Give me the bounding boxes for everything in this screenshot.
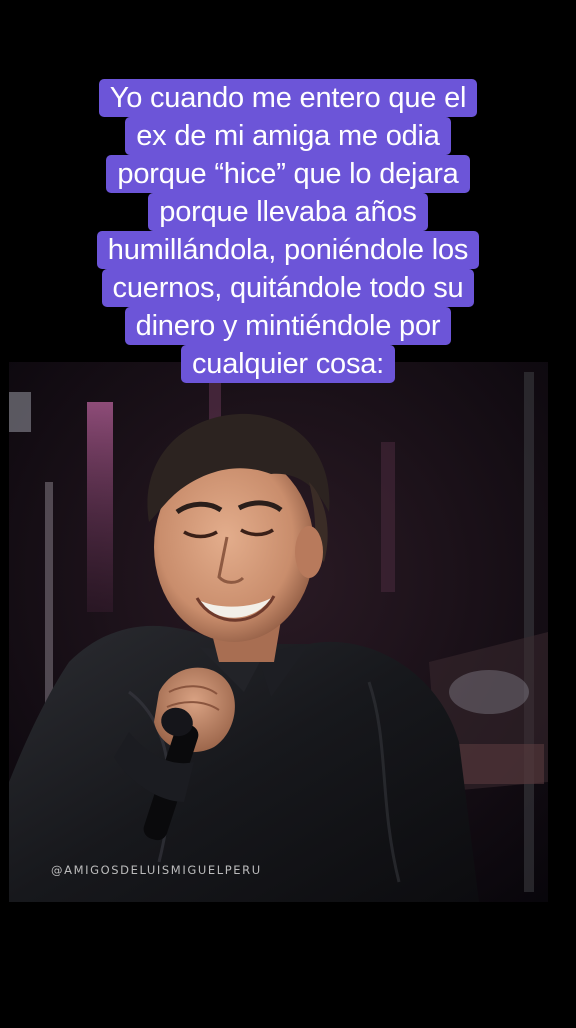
caption-line: porque llevaba años <box>148 193 428 231</box>
meme-caption: Yo cuando me entero que el ex de mi amig… <box>0 79 576 383</box>
caption-line: humillándola, poniéndole los <box>96 231 480 269</box>
caption-line: ex de mi amiga me odia <box>125 117 451 155</box>
caption-line: cualquier cosa: <box>180 345 396 383</box>
caption-line: porque “hice” que lo dejara <box>106 155 470 193</box>
caption-line: dinero y mintiéndole por <box>124 307 452 345</box>
video-frame: @AMIGOSDELUISMIGUELPERU <box>9 362 548 902</box>
watermark-text: @AMIGOSDELUISMIGUELPERU <box>51 863 262 877</box>
caption-line: Yo cuando me entero que el <box>98 79 478 117</box>
caption-line: cuernos, quitándole todo su <box>101 269 475 307</box>
singer-photo <box>9 362 548 902</box>
